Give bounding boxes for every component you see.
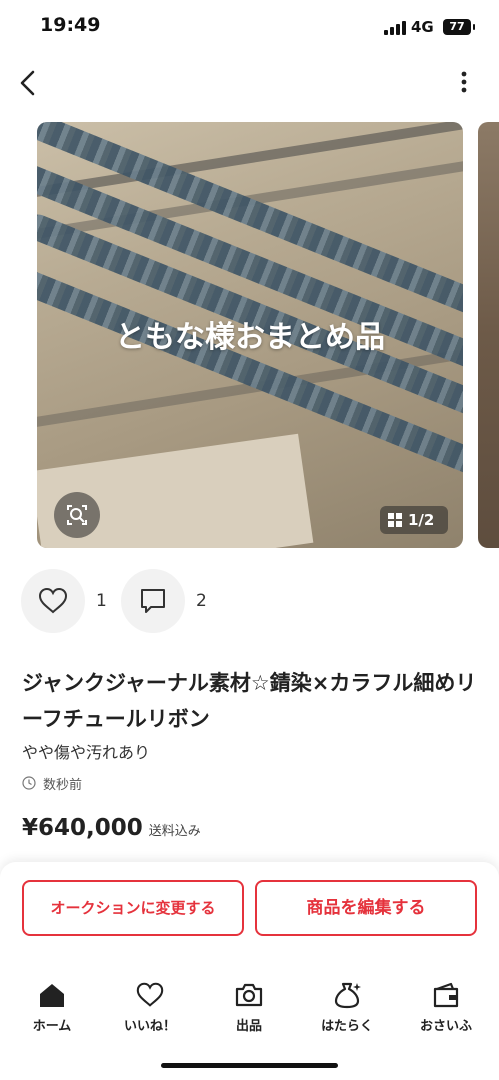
camera-icon	[235, 983, 263, 1007]
tab-wallet[interactable]: おさいふ	[406, 980, 486, 1040]
back-button[interactable]	[14, 66, 46, 100]
more-vertical-icon	[461, 71, 467, 93]
tab-sell-label: 出品	[235, 1019, 262, 1034]
tab-sell[interactable]: 出品	[209, 980, 289, 1040]
tab-bar: ホーム いいね！ 出品 はたらく おさいふ	[0, 980, 499, 1040]
comment-count: 2	[196, 591, 207, 611]
like-count: 1	[96, 591, 107, 611]
chevron-left-icon	[20, 70, 35, 96]
image-counter: 1/2	[380, 506, 448, 534]
battery-icon: 77	[443, 19, 475, 35]
image-carousel[interactable]: ともな様おまとめ品 1/2	[0, 122, 499, 548]
more-options-button[interactable]	[452, 68, 476, 98]
status-bar: 19:49 4G 77	[0, 0, 499, 56]
lens-search-icon	[67, 505, 87, 525]
price-row: ¥640,000 送料込み	[22, 815, 201, 851]
tab-likes[interactable]: いいね！	[110, 980, 190, 1040]
tab-likes-label: いいね！	[123, 1019, 176, 1034]
tab-work[interactable]: はたらく	[307, 980, 387, 1040]
clock-icon	[22, 776, 36, 790]
product-title: ジャンクジャーナル素材☆錆染×カラフル細めリーフチュールリボン	[22, 671, 477, 731]
tab-work-label: はたらく	[321, 1019, 373, 1034]
product-image[interactable]: ともな様おまとめ品 1/2	[37, 122, 463, 548]
edit-item-button[interactable]: 商品を編集する	[255, 880, 477, 936]
money-bag-icon	[334, 982, 361, 1009]
image-counter-label: 1/2	[408, 511, 435, 529]
change-to-auction-button[interactable]: オークションに変更する	[22, 880, 244, 936]
listed-time: 数秒前	[43, 778, 83, 793]
grid-icon	[388, 513, 402, 527]
action-sheet: オークションに変更する 商品を編集する	[0, 862, 499, 1080]
shipping-label: 送料込み	[148, 824, 201, 839]
heart-icon	[136, 982, 164, 1007]
wallet-icon	[433, 982, 459, 1008]
status-time: 19:49	[40, 14, 101, 36]
comment-icon	[141, 589, 165, 613]
heart-icon	[38, 587, 68, 614]
tab-home[interactable]: ホーム	[12, 980, 92, 1040]
home-icon	[40, 984, 64, 1007]
network-label: 4G	[411, 18, 434, 36]
like-button[interactable]	[21, 569, 85, 633]
comment-button[interactable]	[121, 569, 185, 633]
home-indicator	[161, 1063, 338, 1068]
tab-wallet-label: おさいふ	[419, 1019, 472, 1034]
price: ¥640,000	[22, 815, 143, 841]
tab-home-label: ホーム	[32, 1019, 72, 1034]
image-overlay-caption: ともな様おまとめ品	[115, 320, 385, 355]
product-condition: やや傷や汚れあり	[22, 743, 151, 762]
next-product-image[interactable]	[478, 122, 499, 548]
signal-icon	[384, 21, 406, 35]
lens-search-button[interactable]	[54, 492, 100, 538]
